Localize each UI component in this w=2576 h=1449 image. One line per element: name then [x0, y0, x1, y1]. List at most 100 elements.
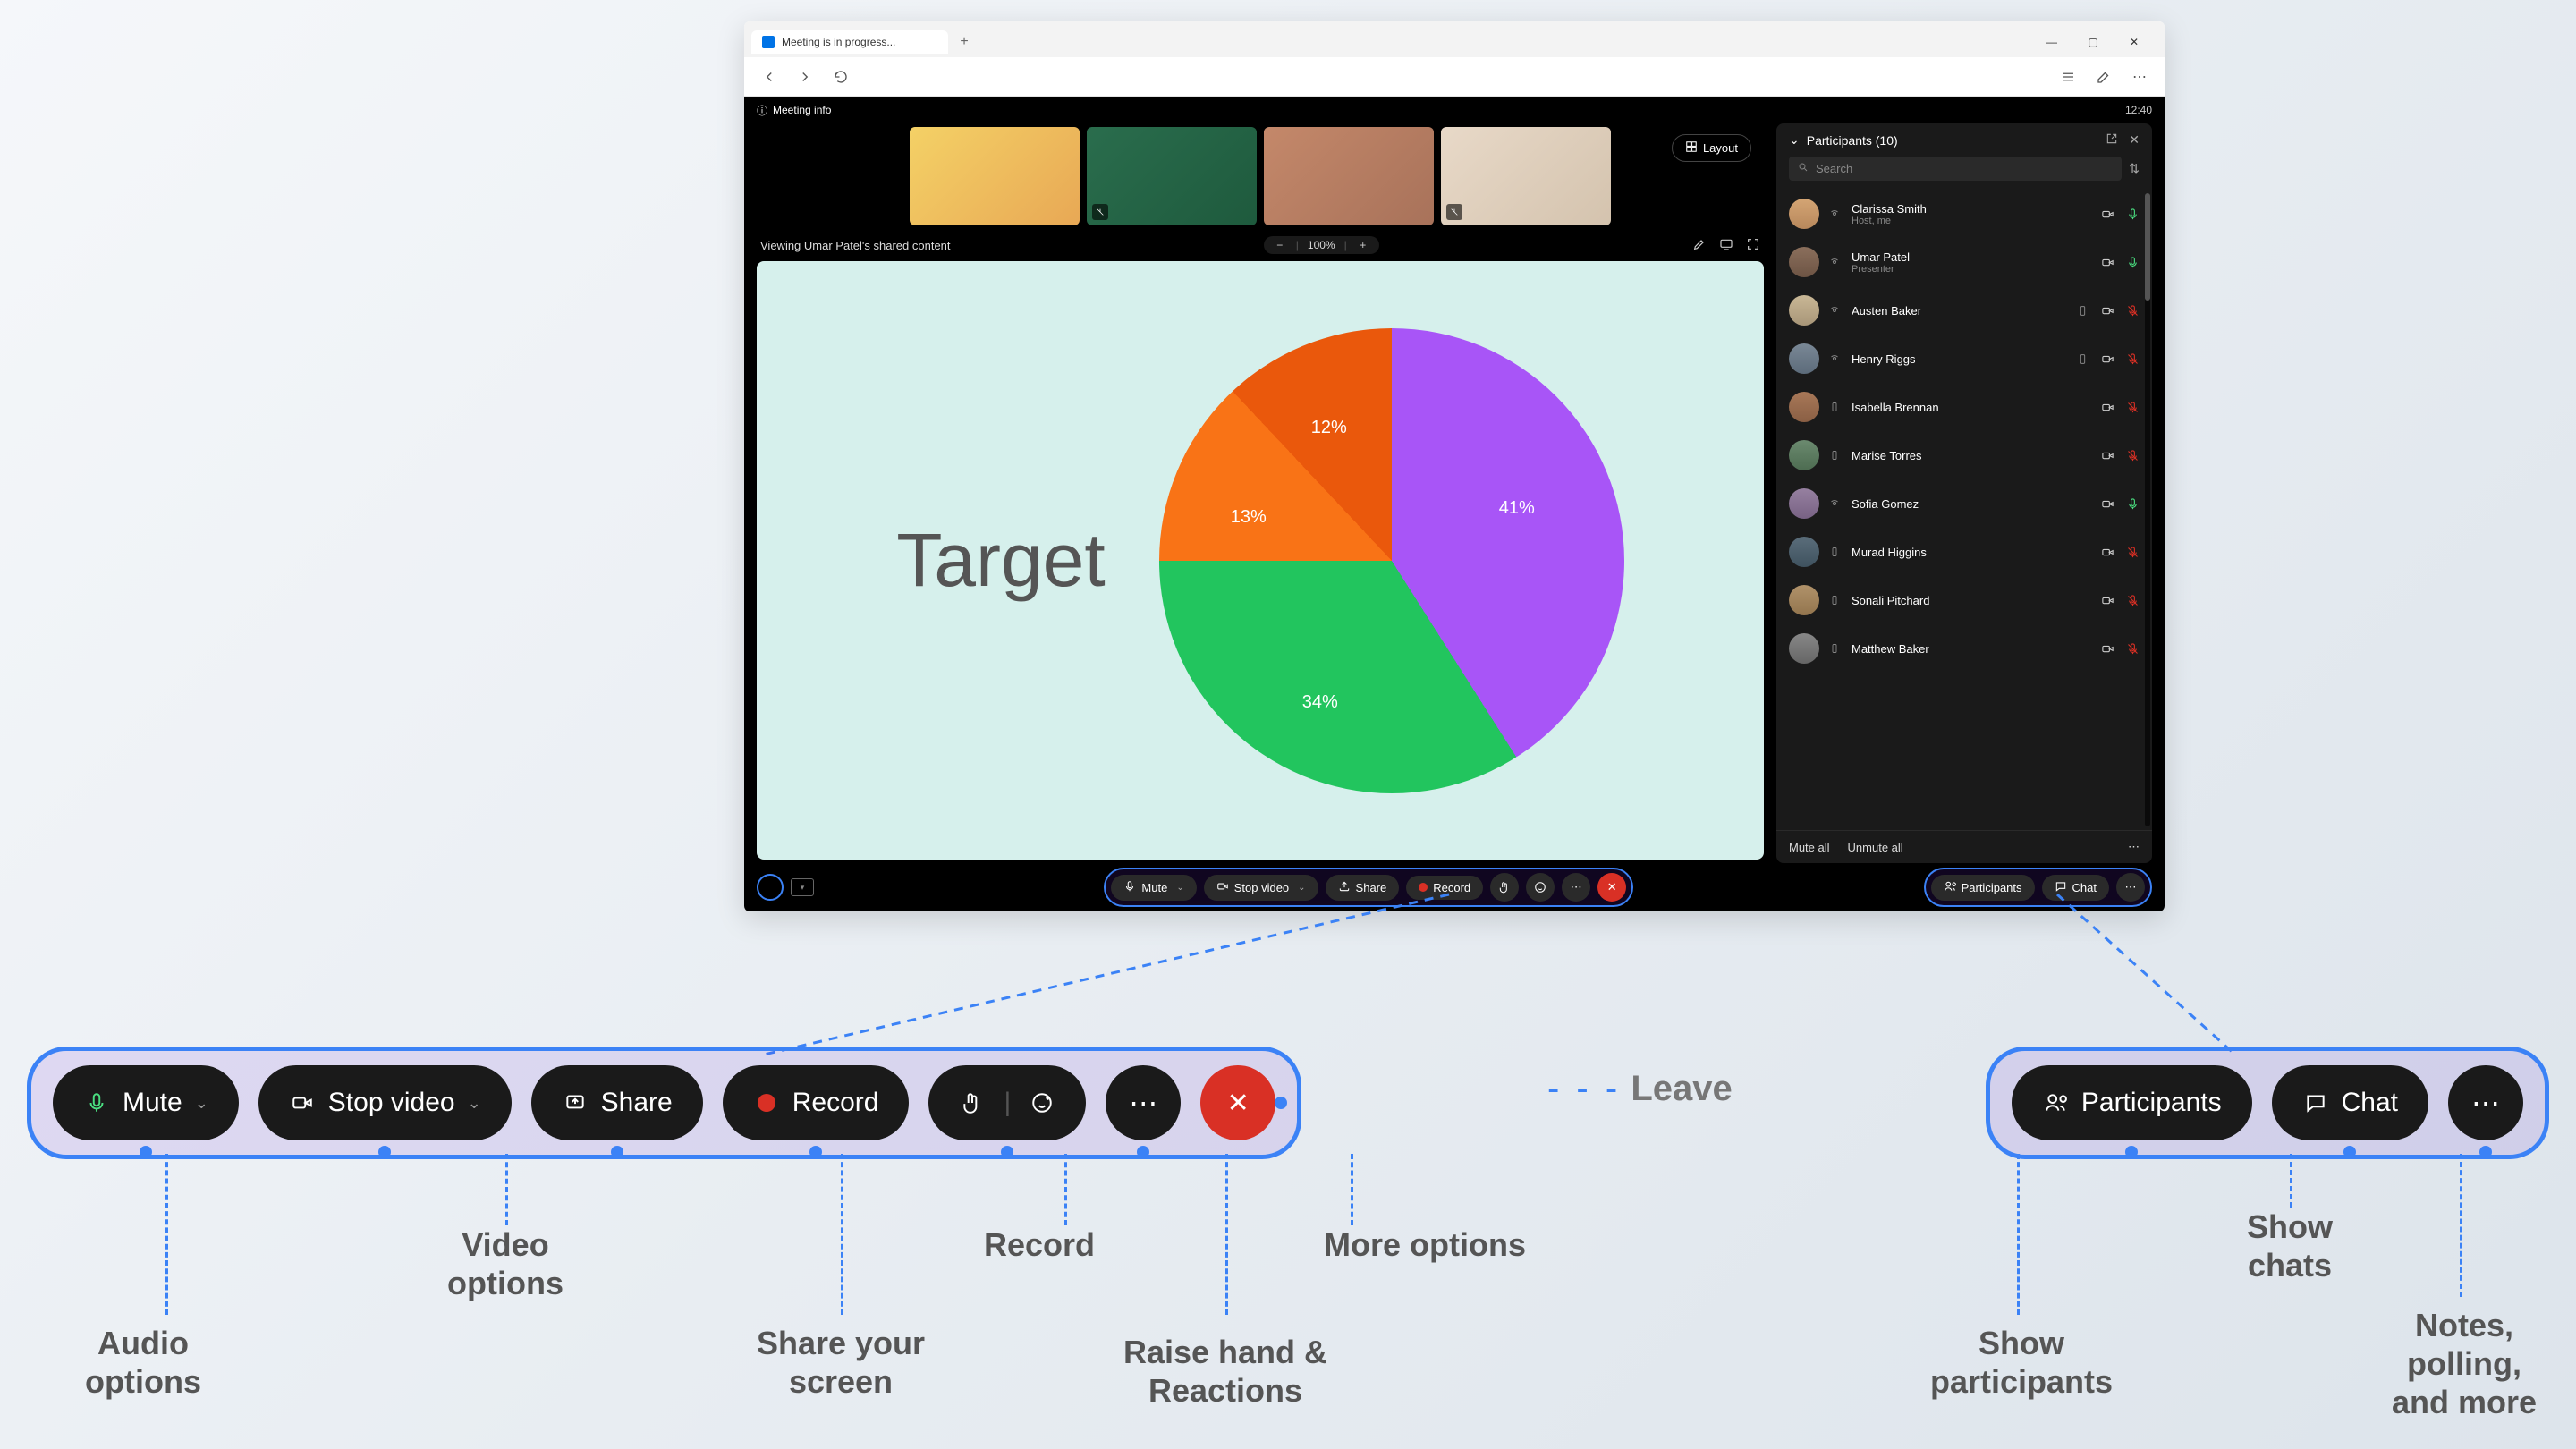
chat-button[interactable]: Chat: [2042, 875, 2109, 901]
scrollbar-thumb[interactable]: [2145, 193, 2150, 301]
meeting-info-label[interactable]: Meeting info: [773, 104, 831, 116]
mic-status-icon[interactable]: [2125, 400, 2140, 414]
big-raise-reactions-button[interactable]: |: [928, 1065, 1086, 1140]
reactions-button[interactable]: [1526, 873, 1555, 902]
big-chat-button[interactable]: Chat: [2272, 1065, 2428, 1140]
participant-row[interactable]: Sonali Pitchard: [1776, 576, 2152, 624]
pie-chart: 41% 34% 13% 12%: [1159, 328, 1624, 793]
screen-icon[interactable]: [1719, 237, 1733, 254]
record-button[interactable]: Record: [1406, 876, 1483, 900]
big-mute-button[interactable]: Mute ⌄: [53, 1065, 239, 1140]
maximize-button[interactable]: ▢: [2073, 29, 2113, 55]
participant-row[interactable]: Austen Baker: [1776, 286, 2152, 335]
camera-icon[interactable]: [2100, 207, 2114, 221]
sort-button[interactable]: ⇅: [2129, 161, 2140, 176]
camera-icon[interactable]: [2100, 400, 2114, 414]
chevron-down-icon[interactable]: ⌄: [1789, 132, 1800, 148]
mute-button[interactable]: Mute ⌄: [1111, 875, 1196, 901]
stop-video-button[interactable]: Stop video ⌄: [1204, 875, 1318, 901]
mute-all-button[interactable]: Mute all: [1789, 841, 1830, 854]
cc-button[interactable]: ▾: [791, 878, 814, 896]
layout-button[interactable]: Layout: [1672, 134, 1751, 162]
camera-icon[interactable]: [2100, 496, 2114, 511]
participant-row[interactable]: Sofia Gomez: [1776, 479, 2152, 528]
menu-icon[interactable]: [2054, 63, 2082, 91]
big-panel-more-button[interactable]: ⋯: [2448, 1065, 2523, 1140]
camera-icon[interactable]: [2100, 448, 2114, 462]
participant-status-icons: [2100, 496, 2140, 511]
participant-video-3[interactable]: [1264, 127, 1434, 225]
raise-hand-button[interactable]: [1490, 873, 1519, 902]
participant-row[interactable]: Isabella Brennan: [1776, 383, 2152, 431]
pie-label-41: 41%: [1499, 498, 1535, 519]
participant-video-2[interactable]: [1087, 127, 1257, 225]
edit-icon[interactable]: [2089, 63, 2118, 91]
big-record-button[interactable]: Record: [723, 1065, 910, 1140]
minimize-button[interactable]: —: [2032, 29, 2072, 55]
chevron-down-icon[interactable]: ⌄: [195, 1094, 208, 1113]
participant-row[interactable]: Clarissa SmithHost, me: [1776, 190, 2152, 238]
chevron-down-icon[interactable]: ⌄: [468, 1094, 481, 1113]
chevron-down-icon[interactable]: ⌄: [1298, 883, 1305, 893]
back-button[interactable]: [755, 63, 784, 91]
mic-status-icon[interactable]: [2125, 352, 2140, 366]
popout-icon[interactable]: [2106, 132, 2118, 148]
refresh-button[interactable]: [826, 63, 855, 91]
fullscreen-icon[interactable]: [1746, 237, 1760, 254]
share-button[interactable]: Share: [1326, 875, 1400, 901]
close-window-button[interactable]: ✕: [2114, 29, 2154, 55]
big-stop-video-button[interactable]: Stop video ⌄: [258, 1065, 512, 1140]
participants-button[interactable]: Participants: [1931, 875, 2035, 901]
mic-status-icon[interactable]: [2125, 255, 2140, 269]
participant-row[interactable]: Umar PatelPresenter: [1776, 238, 2152, 286]
camera-icon[interactable]: [2100, 255, 2114, 269]
unmute-all-button[interactable]: Unmute all: [1848, 841, 1903, 854]
network-icon: [1828, 352, 1841, 365]
mic-status-icon[interactable]: [2125, 496, 2140, 511]
participant-info: Clarissa SmithHost, me: [1852, 202, 2091, 226]
zoom-in-button[interactable]: +: [1356, 239, 1370, 251]
participant-video-1[interactable]: [910, 127, 1080, 225]
participant-info: Henry Riggs: [1852, 352, 2066, 366]
callout-anchor: [378, 1146, 391, 1158]
callout-anchor: [1137, 1146, 1149, 1158]
participant-row[interactable]: Matthew Baker: [1776, 624, 2152, 673]
zoom-out-button[interactable]: −: [1273, 239, 1287, 251]
annotate-icon[interactable]: [1692, 237, 1707, 254]
camera-icon[interactable]: [2100, 545, 2114, 559]
chevron-down-icon[interactable]: ⌄: [1176, 883, 1183, 893]
leave-button[interactable]: ✕: [1597, 873, 1626, 902]
big-leave-button[interactable]: ✕: [1200, 1065, 1275, 1140]
more-options-button[interactable]: ⋯: [1562, 873, 1590, 902]
participant-row[interactable]: Henry Riggs: [1776, 335, 2152, 383]
participant-row[interactable]: Marise Torres: [1776, 431, 2152, 479]
camera-icon[interactable]: [2100, 352, 2114, 366]
camera-icon[interactable]: [2100, 593, 2114, 607]
camera-icon[interactable]: [2100, 303, 2114, 318]
browser-tab[interactable]: Meeting is in progress...: [751, 30, 948, 54]
panel-more-icon[interactable]: ⋯: [2128, 840, 2140, 854]
mic-status-icon[interactable]: [2125, 593, 2140, 607]
search-input[interactable]: Search: [1789, 157, 2122, 181]
close-panel-icon[interactable]: ✕: [2129, 132, 2140, 148]
camera-icon[interactable]: [2100, 641, 2114, 656]
app-logo[interactable]: [757, 874, 784, 901]
viewing-label: Viewing Umar Patel's shared content: [760, 239, 951, 252]
mic-status-icon[interactable]: [2125, 448, 2140, 462]
info-icon[interactable]: ⓘ: [757, 103, 767, 118]
participant-row[interactable]: Murad Higgins: [1776, 528, 2152, 576]
forward-button[interactable]: [791, 63, 819, 91]
panel-more-button[interactable]: ⋯: [2116, 873, 2145, 902]
mic-status-icon[interactable]: [2125, 303, 2140, 318]
big-more-button[interactable]: ⋯: [1106, 1065, 1181, 1140]
mic-status-icon[interactable]: [2125, 641, 2140, 656]
big-share-button[interactable]: Share: [531, 1065, 703, 1140]
more-icon[interactable]: ⋯: [2125, 63, 2154, 91]
new-tab-button[interactable]: +: [952, 30, 977, 55]
app-icon: [762, 36, 775, 48]
big-participants-button[interactable]: Participants: [2012, 1065, 2252, 1140]
pie-label-13: 13%: [1231, 507, 1267, 528]
mic-status-icon[interactable]: [2125, 207, 2140, 221]
mic-status-icon[interactable]: [2125, 545, 2140, 559]
participant-video-4[interactable]: [1441, 127, 1611, 225]
